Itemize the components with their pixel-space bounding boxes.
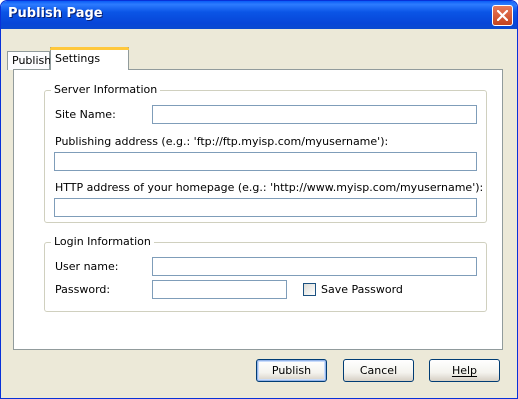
close-icon	[497, 10, 508, 21]
title-bar[interactable]: Publish Page	[1, 1, 517, 29]
server-information-group: Server Information Site Name: Publishing…	[44, 83, 487, 223]
tab-publish[interactable]: Publish	[7, 51, 51, 70]
publish-button[interactable]: Publish	[256, 359, 327, 382]
settings-panel: Server Information Site Name: Publishing…	[13, 69, 503, 350]
window-title: Publish Page	[8, 6, 103, 21]
username-label: User name:	[55, 260, 119, 273]
site-name-input[interactable]	[152, 105, 477, 124]
password-input[interactable]	[152, 280, 287, 299]
password-label: Password:	[55, 283, 111, 296]
help-button[interactable]: Help	[429, 359, 500, 382]
cancel-button[interactable]: Cancel	[343, 359, 414, 382]
save-password-checkbox[interactable]	[303, 283, 316, 296]
publish-page-dialog: Publish Page Publish Settings Server Inf…	[0, 0, 518, 399]
site-name-label: Site Name:	[55, 108, 116, 121]
username-input[interactable]	[152, 257, 477, 276]
close-button[interactable]	[492, 5, 513, 26]
publishing-address-input[interactable]	[54, 152, 477, 171]
http-address-input[interactable]	[54, 198, 477, 217]
login-information-group: Login Information User name: Password: S…	[44, 235, 487, 312]
tab-settings[interactable]: Settings	[50, 47, 129, 70]
publishing-address-label: Publishing address (e.g.: 'ftp://ftp.myi…	[55, 135, 389, 148]
save-password-label[interactable]: Save Password	[321, 283, 403, 296]
http-address-label: HTTP address of your homepage (e.g.: 'ht…	[55, 181, 484, 194]
login-information-legend: Login Information	[51, 235, 154, 248]
server-information-legend: Server Information	[51, 83, 161, 96]
help-button-label: Help	[451, 364, 478, 377]
